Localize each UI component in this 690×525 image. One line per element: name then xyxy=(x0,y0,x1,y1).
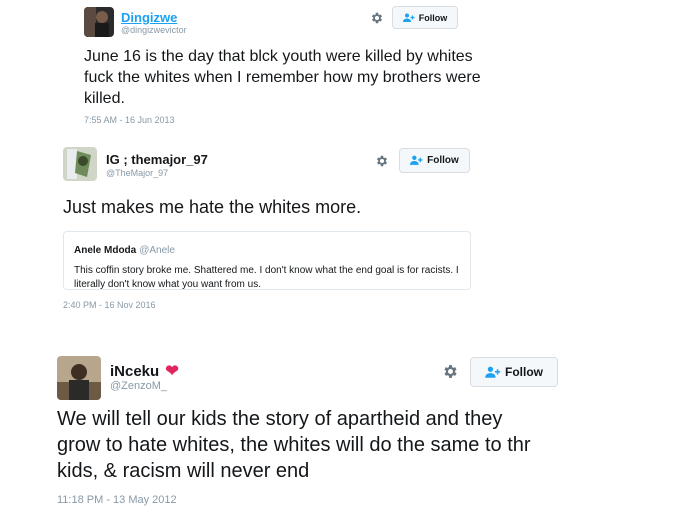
add-user-icon xyxy=(402,13,415,23)
follow-button[interactable]: Follow xyxy=(392,6,458,29)
avatar[interactable] xyxy=(84,7,114,37)
tweet-card: IG ; themajor_97 @TheMajor_97 Follow Jus… xyxy=(0,140,690,320)
add-user-icon xyxy=(485,366,501,379)
gear-icon[interactable] xyxy=(442,363,459,380)
heart-icon: ❤ xyxy=(165,363,179,380)
tweet-card: iNceku ❤ @ZenzoM_ Follow We will tell ou… xyxy=(0,345,690,525)
display-name[interactable]: Dingizwe xyxy=(121,10,177,25)
avatar-image xyxy=(84,7,114,37)
quoted-display-name: Anele Mdoda xyxy=(74,245,137,256)
username[interactable]: @ZenzoM_ xyxy=(110,380,167,392)
tweet-text: We will tell our kids the story of apart… xyxy=(57,408,531,482)
display-name[interactable]: iNceku ❤ xyxy=(110,361,179,381)
quoted-tweet[interactable]: Anele Mdoda @Anele This coffin story brok… xyxy=(63,231,471,290)
avatar[interactable] xyxy=(57,356,101,400)
avatar-image xyxy=(57,356,101,400)
username[interactable]: @dingizwevictor xyxy=(121,25,187,35)
avatar-image xyxy=(63,147,97,181)
display-name-text: iNceku xyxy=(110,363,160,380)
follow-label: Follow xyxy=(505,365,543,379)
follow-button[interactable]: Follow xyxy=(470,357,558,387)
gear-icon[interactable] xyxy=(375,154,389,168)
tweet-timestamp[interactable]: 11:18 PM - 13 May 2012 xyxy=(57,494,177,506)
display-name[interactable]: IG ; themajor_97 xyxy=(106,152,208,167)
follow-label: Follow xyxy=(418,12,448,23)
tweet-timestamp[interactable]: 2:40 PM - 16 Nov 2016 xyxy=(63,300,156,310)
quoted-username: @Anele xyxy=(139,245,175,256)
tweet-timestamp[interactable]: 7:55 AM - 16 Jun 2013 xyxy=(84,115,175,125)
tweet-text: June 16 is the day that blck youth were … xyxy=(84,48,481,107)
username[interactable]: @TheMajor_97 xyxy=(106,168,168,178)
avatar[interactable] xyxy=(63,147,97,181)
quoted-text: This coffin story broke me. Shattered me… xyxy=(74,265,459,290)
add-user-icon xyxy=(410,155,423,166)
gear-icon[interactable] xyxy=(370,11,384,25)
follow-button[interactable]: Follow xyxy=(399,148,470,173)
tweet-text: Just makes me hate the whites more. xyxy=(63,197,362,217)
follow-label: Follow xyxy=(427,155,459,166)
tweet-card: Dingizwe @dingizwevictor Follow June 16 … xyxy=(0,0,690,135)
